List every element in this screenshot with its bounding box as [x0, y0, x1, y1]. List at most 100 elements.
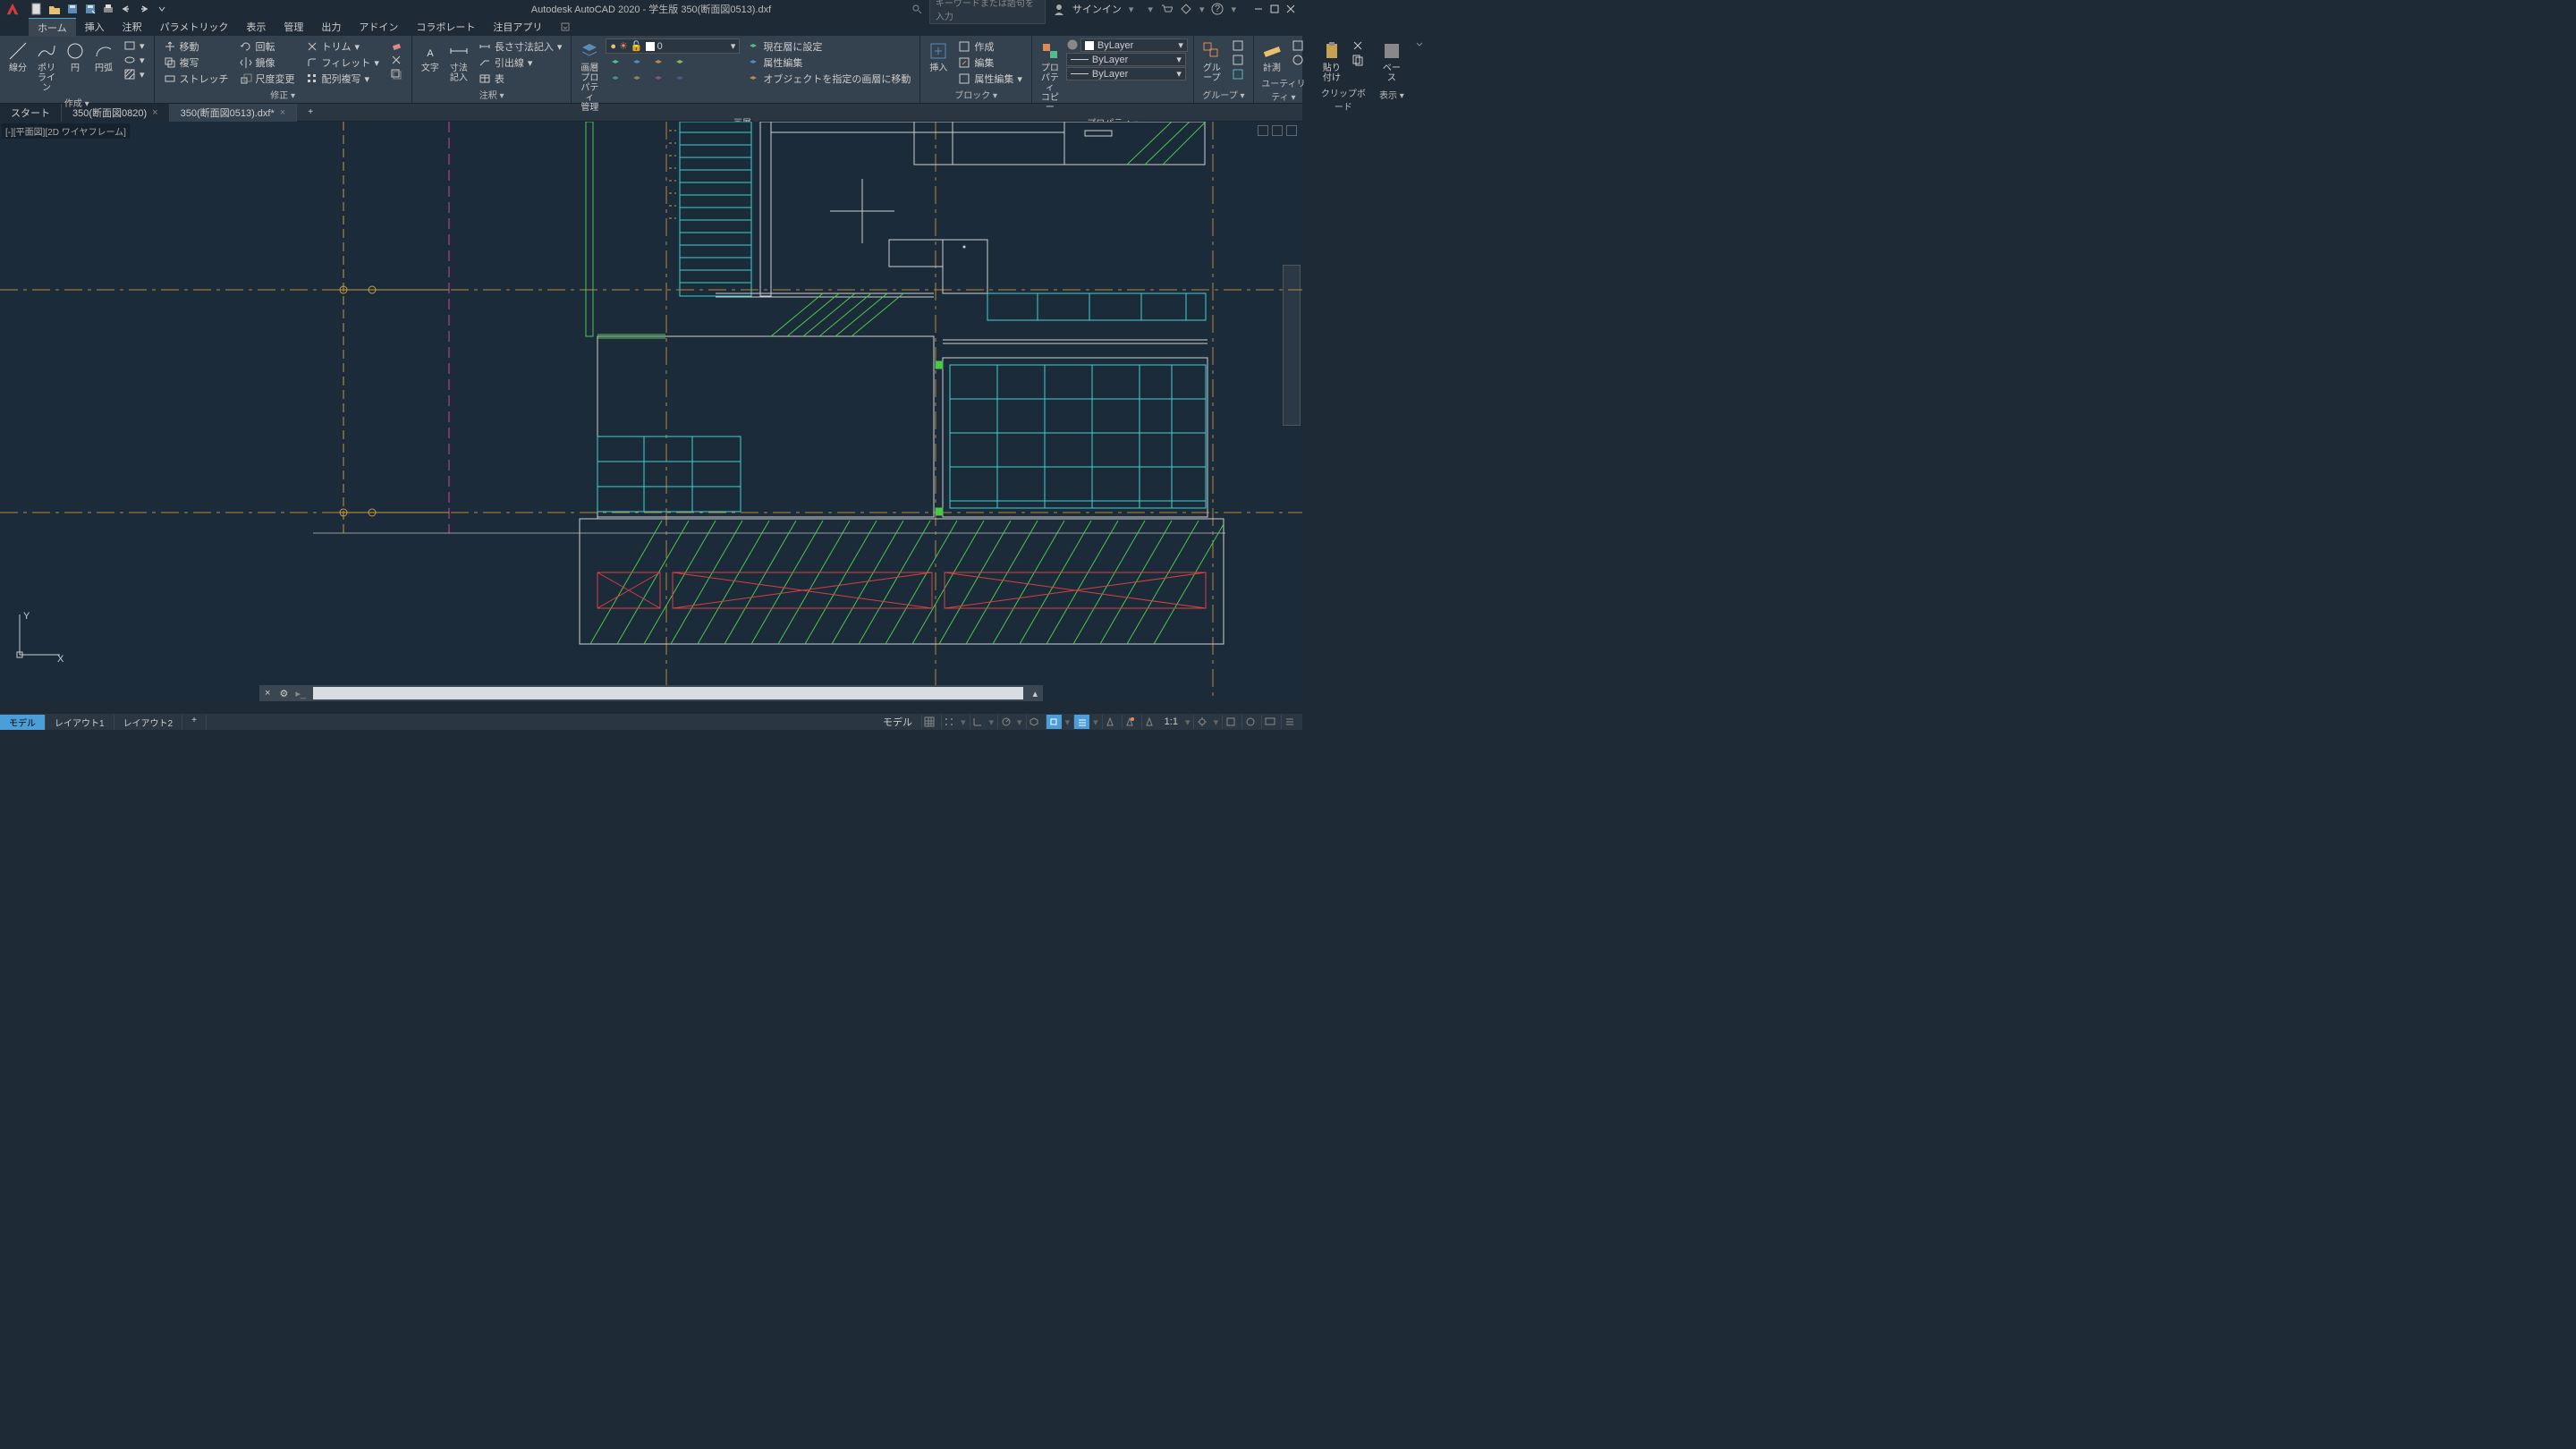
menu-home[interactable]: ホーム	[29, 17, 76, 37]
annoviz-icon[interactable]	[1122, 715, 1138, 729]
block-editattr-button[interactable]: 属性編集 ▾	[954, 71, 1026, 87]
dimension-button[interactable]: 寸法記入	[446, 38, 471, 85]
close-icon[interactable]: ×	[280, 107, 285, 118]
layeredit-button[interactable]: 属性編集	[743, 55, 914, 71]
redo-icon[interactable]	[136, 1, 152, 17]
offset-button[interactable]	[386, 67, 406, 81]
color-selector[interactable]: ByLayer▾	[1080, 38, 1188, 52]
ribbon-collapse-icon[interactable]	[1411, 36, 1428, 103]
hatch-button[interactable]: ▾	[120, 67, 148, 81]
isolate-icon[interactable]	[1222, 715, 1238, 729]
table-button[interactable]: 表	[475, 71, 566, 87]
array-button[interactable]: 配列複写 ▾	[302, 71, 383, 87]
app-logo[interactable]	[0, 0, 25, 18]
hardware-icon[interactable]	[1241, 715, 1258, 729]
annoscale-icon[interactable]	[1102, 715, 1118, 729]
customize-icon[interactable]	[1281, 715, 1297, 729]
model-space-button[interactable]: モデル	[877, 715, 918, 729]
layer-tool-4[interactable]	[670, 55, 690, 70]
search-input[interactable]: キーワードまたは語句を入力	[929, 0, 1046, 24]
panel-annotation-title[interactable]: 注釈 ▾	[418, 87, 566, 102]
panel-utilities-title[interactable]: ユーティリティ ▾	[1259, 75, 1308, 104]
group-button[interactable]: グループ	[1199, 38, 1224, 85]
layer-tool-2[interactable]	[627, 55, 647, 70]
polar-icon[interactable]	[997, 715, 1013, 729]
layerprops-button[interactable]: 画層プロパティ 管理	[577, 38, 602, 114]
util-tool-2[interactable]	[1288, 53, 1308, 67]
user-icon[interactable]	[1053, 3, 1065, 15]
gear-icon[interactable]	[1193, 715, 1209, 729]
annoauto-icon[interactable]	[1141, 715, 1157, 729]
util-tool-1[interactable]	[1288, 38, 1308, 53]
filetab-2[interactable]: 350(断面図0513).dxf*×	[170, 104, 298, 122]
cleanscreen-icon[interactable]	[1261, 715, 1277, 729]
panel-block-title[interactable]: ブロック ▾	[926, 87, 1026, 102]
move-button[interactable]: 移動	[160, 38, 233, 55]
plot-icon[interactable]	[100, 1, 116, 17]
close-icon[interactable]: ×	[152, 107, 157, 118]
saveas-icon[interactable]	[82, 1, 98, 17]
save-icon[interactable]	[64, 1, 80, 17]
snap-icon[interactable]	[941, 715, 957, 729]
qat-dropdown-icon[interactable]	[154, 1, 170, 17]
layouttab-2[interactable]: レイアウト2	[114, 715, 183, 730]
text-button[interactable]: A文字	[418, 38, 443, 75]
layer-selector[interactable]: ●☀🔓 0 ▾	[606, 38, 740, 54]
color-wheel-icon[interactable]	[1066, 38, 1079, 52]
menu-collaborate[interactable]: コラボレート	[407, 18, 484, 36]
group-tool-2[interactable]	[1228, 53, 1248, 67]
cmd-customize-icon[interactable]: ⚙	[275, 688, 292, 699]
menu-addin[interactable]: アドイン	[350, 18, 407, 36]
measure-button[interactable]: 計測	[1259, 38, 1284, 75]
polyline-button[interactable]: ポリライン	[34, 38, 59, 95]
layer-tool-5[interactable]	[606, 72, 625, 86]
menu-parametric[interactable]: パラメトリック	[151, 18, 238, 36]
rotate-button[interactable]: 回転	[236, 38, 299, 55]
layouttab-add[interactable]: +	[182, 715, 207, 730]
linetype-selector[interactable]: ByLayer▾	[1066, 67, 1186, 80]
stretch-button[interactable]: ストレッチ	[160, 71, 233, 87]
panel-modify-title[interactable]: 修正 ▾	[160, 87, 406, 102]
open-icon[interactable]	[47, 1, 63, 17]
new-icon[interactable]	[29, 1, 45, 17]
dimlinear-button[interactable]: 長さ寸法記入 ▾	[475, 38, 566, 55]
menu-manage[interactable]: 管理	[275, 18, 312, 36]
explode-button[interactable]	[386, 53, 406, 67]
lineweight-icon[interactable]	[1073, 715, 1089, 729]
layouttab-model[interactable]: モデル	[0, 715, 46, 730]
lineweight-selector[interactable]: ByLayer▾	[1066, 53, 1186, 66]
help-icon[interactable]: ?	[1211, 3, 1224, 15]
line-button[interactable]: 線分	[5, 38, 30, 75]
layer-tool-3[interactable]	[648, 55, 668, 70]
fillet-button[interactable]: フィレット ▾	[302, 55, 383, 71]
erase-button[interactable]	[386, 38, 406, 53]
circle-button[interactable]: 円	[63, 38, 88, 75]
menu-insert[interactable]: 挿入	[76, 18, 114, 36]
matchprops-button[interactable]: プロパティ コピー	[1038, 38, 1063, 114]
isodraft-icon[interactable]	[1026, 715, 1042, 729]
leader-button[interactable]: 引出線 ▾	[475, 55, 566, 71]
command-input[interactable]	[313, 687, 1024, 699]
menu-expand-icon[interactable]	[551, 20, 580, 34]
ortho-icon[interactable]	[970, 715, 986, 729]
group-tool-1[interactable]	[1228, 38, 1248, 53]
scale-button[interactable]: 尺度変更	[236, 71, 299, 87]
copy-clip-button[interactable]	[1348, 53, 1368, 67]
close-button[interactable]	[1284, 3, 1297, 15]
base-button[interactable]: ベース	[1379, 38, 1404, 85]
menu-featured[interactable]: 注目アプリ	[484, 18, 551, 36]
paste-button[interactable]: 貼り付け	[1319, 38, 1344, 85]
copy-button[interactable]: 複写	[160, 55, 233, 71]
layer-tool-8[interactable]	[670, 72, 690, 86]
grid-icon[interactable]	[921, 715, 937, 729]
movetolayer-button[interactable]: オブジェクトを指定の画層に移動	[743, 71, 914, 87]
drawing-canvas[interactable]: [-][平面図][2D ワイヤフレーム]	[0, 122, 1302, 701]
maximize-button[interactable]	[1268, 3, 1281, 15]
app-switcher-icon[interactable]	[1180, 3, 1192, 15]
ellipse-button[interactable]: ▾	[120, 53, 148, 67]
layer-tool-7[interactable]	[648, 72, 668, 86]
signin-button[interactable]: サインイン	[1072, 2, 1122, 16]
trim-button[interactable]: トリム ▾	[302, 38, 383, 55]
insert-button[interactable]: 挿入	[926, 38, 951, 75]
menu-view[interactable]: 表示	[237, 18, 275, 36]
